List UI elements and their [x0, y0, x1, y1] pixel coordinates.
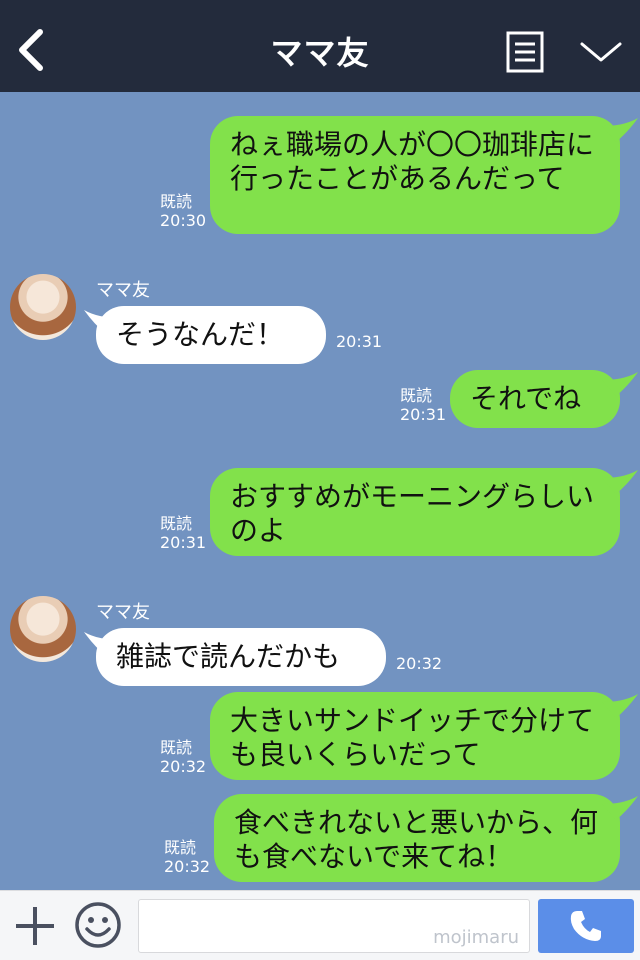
read-label: 既読	[160, 738, 193, 757]
timestamp: 20:32	[160, 757, 207, 776]
chat-title: ママ友	[270, 34, 370, 72]
message-text: ねぇ職場の人が〇〇珈琲店に行ったことがあるんだって	[230, 128, 595, 195]
outgoing-message[interactable]: おすすめがモーニングらしいのよ	[210, 468, 620, 556]
timestamp: 20:32	[396, 654, 443, 673]
read-receipt: 既読 20:30	[160, 192, 206, 230]
sender-name: ママ友	[96, 280, 150, 301]
read-label: 既読	[160, 514, 193, 533]
timestamp: 20:30	[160, 211, 207, 230]
avatar[interactable]	[10, 274, 76, 340]
read-label: 既読	[164, 838, 197, 857]
read-receipt: 既読 20:32	[160, 738, 206, 776]
read-label: 既読	[400, 386, 433, 405]
outgoing-message[interactable]: ねぇ職場の人が〇〇珈琲店に行ったことがあるんだって	[210, 116, 620, 234]
menu-icon[interactable]	[506, 31, 544, 73]
bubble-tail	[602, 796, 638, 820]
read-receipt: 既読 20:32	[164, 838, 210, 876]
bubble-tail	[602, 372, 638, 396]
bubble-tail	[602, 470, 638, 494]
incoming-message[interactable]: そうなんだ！	[96, 306, 326, 364]
message-text: 大きいサンドイッチで分けても良いくらいだって	[230, 704, 595, 771]
timestamp: 20:32	[164, 857, 211, 876]
message-text: 食べきれないと悪いから、何も食べないで来てね！	[234, 806, 599, 873]
plus-icon[interactable]	[14, 905, 56, 947]
message-text: それでね	[470, 382, 582, 415]
outgoing-message[interactable]: それでね	[450, 370, 620, 428]
message-text: そうなんだ！	[116, 318, 285, 351]
avatar[interactable]	[10, 596, 76, 662]
message-text: 雑誌で読んだかも	[116, 640, 341, 673]
message-text: おすすめがモーニングらしいのよ	[230, 480, 595, 547]
bubble-tail	[602, 694, 638, 718]
chevron-down-icon[interactable]	[578, 36, 624, 66]
message-input[interactable]: mojimaru	[138, 899, 530, 953]
composer-bar: mojimaru	[0, 890, 640, 960]
outgoing-message[interactable]: 大きいサンドイッチで分けても良いくらいだって	[210, 692, 620, 780]
incoming-message[interactable]: 雑誌で読んだかも	[96, 628, 386, 686]
sender-name: ママ友	[96, 602, 150, 623]
watermark: mojimaru	[433, 927, 519, 948]
bubble-tail	[602, 118, 638, 142]
timestamp: 20:31	[400, 405, 447, 424]
timestamp: 20:31	[336, 332, 383, 351]
message-list[interactable]: 既読 20:30 ねぇ職場の人が〇〇珈琲店に行ったことがあるんだって ママ友 そ…	[0, 92, 640, 890]
read-receipt: 既読 20:31	[400, 386, 446, 424]
read-label: 既読	[160, 192, 193, 211]
smiley-icon[interactable]	[74, 901, 122, 949]
outgoing-message[interactable]: 食べきれないと悪いから、何も食べないで来てね！	[214, 794, 620, 882]
phone-icon	[570, 911, 601, 941]
chat-header: ママ友	[0, 0, 640, 92]
read-receipt: 既読 20:31	[160, 514, 206, 552]
timestamp: 20:31	[160, 533, 207, 552]
call-button[interactable]	[538, 899, 634, 953]
